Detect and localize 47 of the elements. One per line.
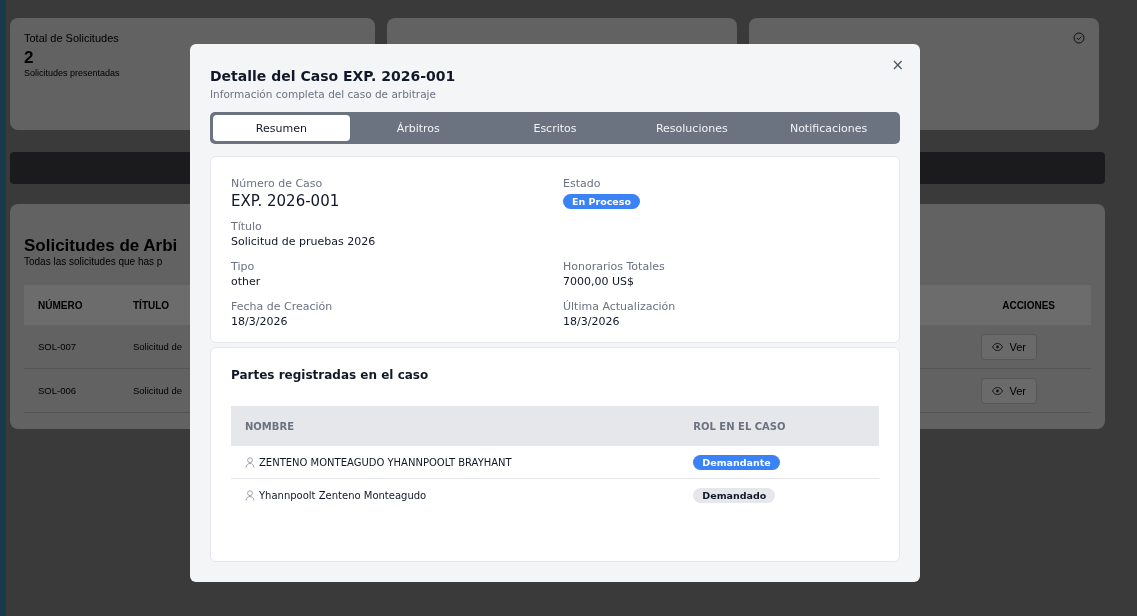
user-icon xyxy=(245,489,255,501)
field-value: 7000,00 US$ xyxy=(563,275,636,288)
close-button[interactable]: × xyxy=(889,56,906,74)
user-icon xyxy=(245,456,255,468)
field-label: Tipo xyxy=(231,260,256,273)
column-header: ACCIONES xyxy=(1002,299,1055,311)
section-subtitle: Todas las solicitudes que has p xyxy=(24,256,163,267)
stat-title: Total de Solicitudes xyxy=(24,32,119,44)
dialog-subtitle: Información completa del caso de arbitraje xyxy=(210,88,437,100)
field-value: other xyxy=(231,275,262,288)
dialog-title: Detalle del Caso EXP. 2026-001 xyxy=(210,68,457,84)
eye-icon xyxy=(992,386,1004,395)
view-button[interactable]: Ver xyxy=(981,333,1037,360)
field-value: 18/3/2026 xyxy=(563,315,621,328)
tab[interactable]: Resumen xyxy=(213,115,350,141)
field-value: EXP. 2026-001 xyxy=(231,192,341,210)
table-cell-text: SOL-007 xyxy=(38,341,78,352)
field-label: Título xyxy=(231,220,263,233)
field-value: 18/3/2026 xyxy=(231,315,289,328)
field-value: Solicitud de pruebas 2026 xyxy=(231,235,377,248)
tab[interactable]: Árbitros xyxy=(349,115,487,141)
tab[interactable]: Notificaciones xyxy=(760,115,897,141)
column-header: NÚMERO xyxy=(38,299,84,311)
column-header: TÍTULO xyxy=(133,299,171,311)
stat-caption: Solicitudes presentadas xyxy=(24,68,120,78)
parties-title: Partes registradas en el caso xyxy=(231,368,430,382)
tab[interactable]: Resoluciones xyxy=(623,115,761,141)
role-badge: Demandado xyxy=(693,487,776,503)
table-cell-text: SOL-006 xyxy=(38,385,78,396)
column-header: ROL EN EL CASO xyxy=(693,420,786,432)
view-button[interactable]: Ver xyxy=(981,377,1037,404)
eye-icon xyxy=(992,342,1004,351)
field-label: Honorarios Totales xyxy=(563,260,666,273)
section-title: Solicitudes de Arbi xyxy=(24,236,178,256)
party-name: ZENTENO MONTEAGUDO YHANNPOOLT BRAYHANT xyxy=(259,456,512,468)
field-label: Última Actualización xyxy=(563,300,677,313)
status-badge: En Proceso xyxy=(563,194,640,209)
stat-value: 2 xyxy=(24,48,34,68)
party-name: Yhannpoolt Zenteno Monteagudo xyxy=(259,489,427,501)
table-cell-text: Solicitud de xyxy=(133,385,184,396)
field-label: Número de Caso xyxy=(231,177,324,190)
field-label: Fecha de Creación xyxy=(231,300,334,313)
table-cell-text: Solicitud de xyxy=(133,341,184,352)
column-header: NOMBRE xyxy=(245,420,294,432)
role-badge: Demandante xyxy=(693,454,780,470)
tab[interactable]: Escritos xyxy=(486,115,624,141)
field-label: Estado xyxy=(563,177,602,190)
